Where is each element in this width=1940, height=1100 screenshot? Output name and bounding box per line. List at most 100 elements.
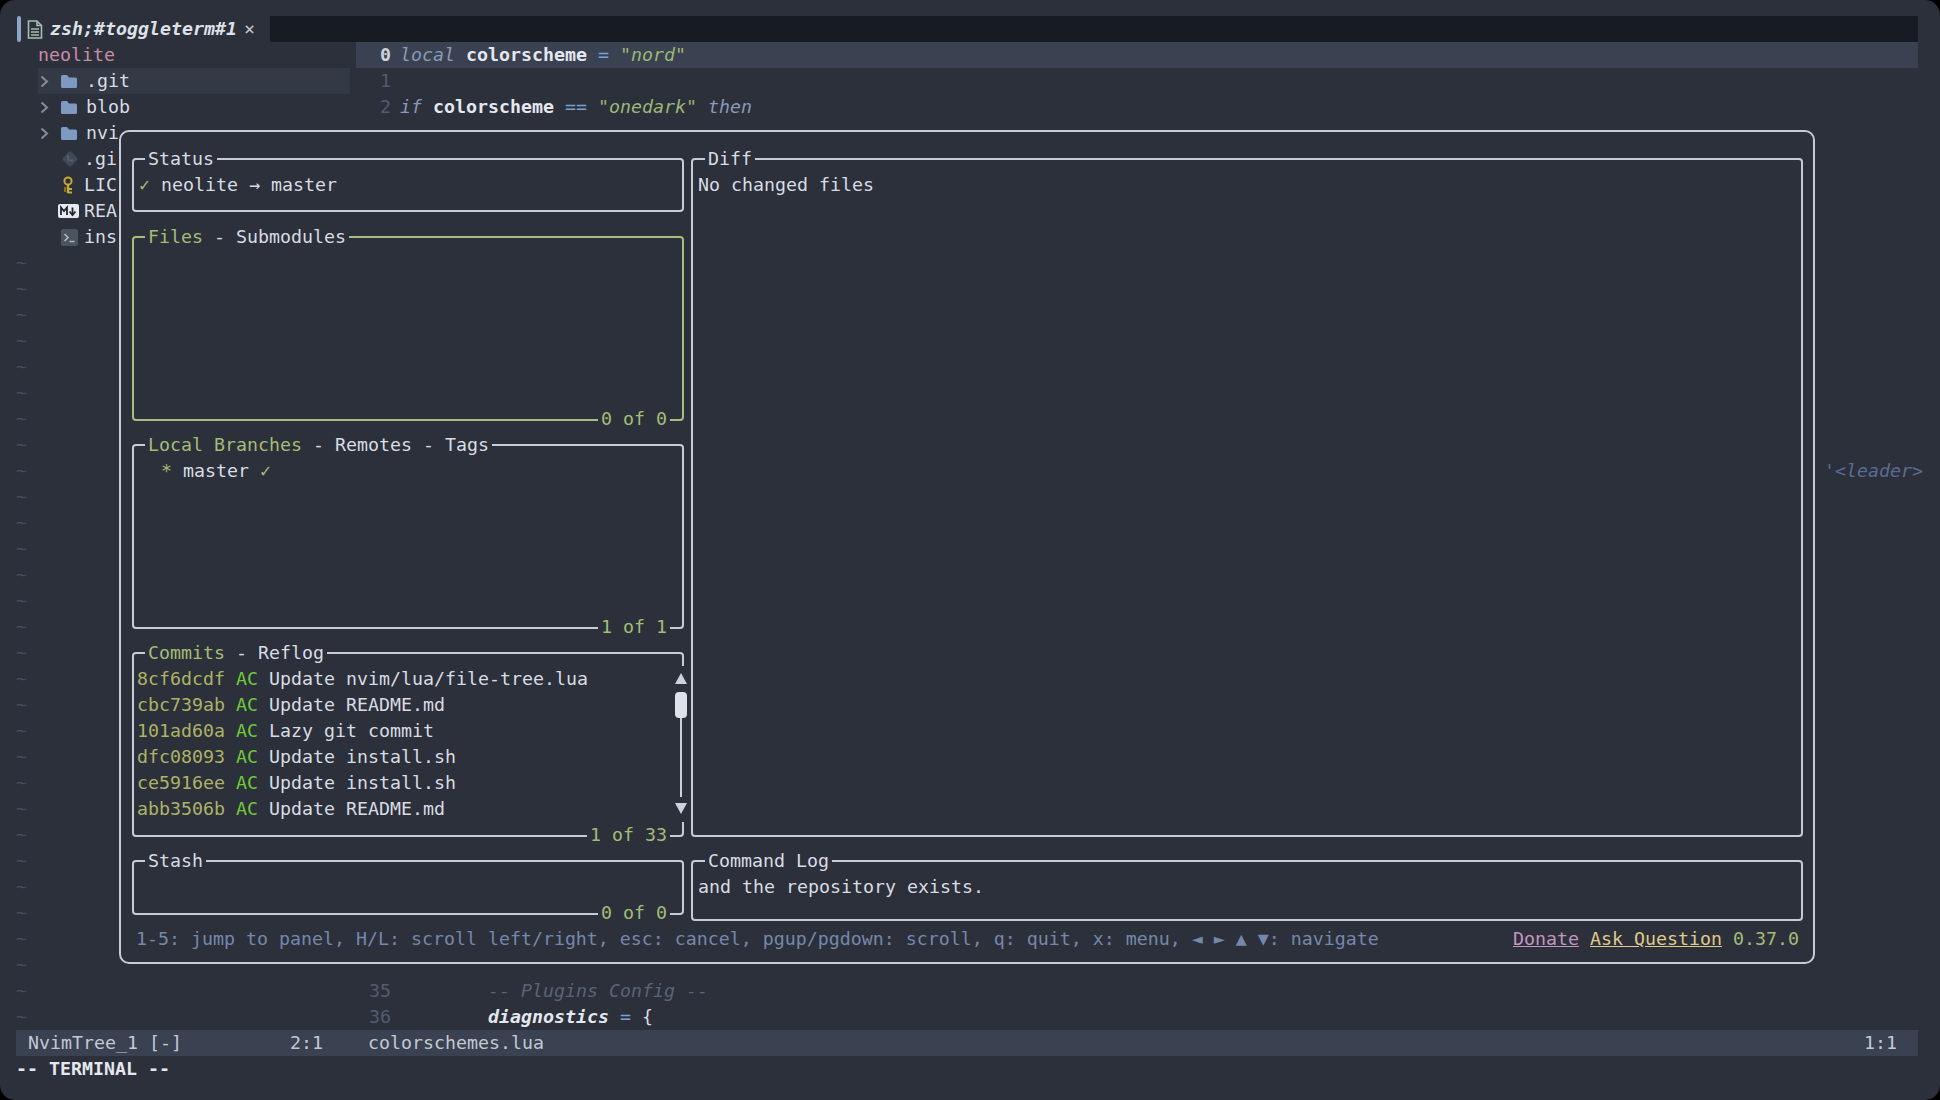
panel-tab-selected[interactable]: Local Branches [148, 434, 302, 455]
stash-count: 0 of 0 [598, 900, 670, 926]
commit-message: Update nvim/lua/file-tree.lua [269, 668, 588, 689]
code-token: local [400, 44, 466, 65]
tilde-filler: ~ [16, 406, 28, 432]
commit-author-flag: AC [236, 772, 269, 793]
tilde-filler: ~ [16, 640, 28, 666]
tilde-filler: ~ [16, 718, 28, 744]
tab-close-icon[interactable]: × [244, 16, 255, 42]
tree-item-blob-dir[interactable]: blob [0, 94, 350, 120]
scrollbar-thumb[interactable] [675, 692, 687, 718]
panel-branches-title: Local Branches - Remotes - Tags [145, 432, 492, 458]
chevron-right-icon [40, 75, 49, 88]
panel-files-title: Files - Submodules [145, 224, 349, 250]
diff-content: No changed files [698, 172, 874, 198]
tree-root-name[interactable]: neolite [38, 42, 115, 68]
panel-tab-others[interactable]: - Reflog [225, 642, 324, 663]
panel-tab-others[interactable]: - Remotes - Tags [302, 434, 489, 455]
terminal-window: zsh;#toggleterm#1 × neolite .git blob nv… [0, 0, 1940, 1100]
tilde-filler: ~ [16, 900, 28, 926]
commit-row[interactable]: 101ad60a AC Lazy git commit [137, 718, 434, 744]
panel-status-title: Status [145, 146, 217, 172]
code-token: = [620, 1006, 642, 1027]
tilde-filler: ~ [16, 484, 28, 510]
panel-commits-title: Commits - Reflog [145, 640, 327, 666]
ask-question-link[interactable]: Ask Question [1590, 926, 1722, 952]
commit-sha: 101ad60a [137, 720, 236, 741]
tilde-filler: ~ [16, 276, 28, 302]
tab-active-indicator [17, 16, 21, 42]
tilde-filler: ~ [16, 614, 28, 640]
code-line-0[interactable]: local colorscheme = "nord" [400, 42, 686, 68]
commit-row[interactable]: ce5916ee AC Update install.sh [137, 770, 456, 796]
line-number: 1 [356, 68, 391, 94]
git-icon [61, 150, 79, 168]
tree-item-label: blob [86, 94, 130, 120]
tilde-filler: ~ [16, 770, 28, 796]
panel-diff[interactable] [691, 158, 1803, 837]
statusline-ruler: 1:1 [1864, 1030, 1897, 1056]
code-token: == [565, 96, 598, 117]
tilde-filler: ~ [16, 978, 28, 1004]
code-token: "nord" [620, 44, 686, 65]
donate-link[interactable]: Donate [1513, 926, 1579, 952]
commit-row[interactable]: cbc739ab AC Update README.md [137, 692, 445, 718]
commit-row[interactable]: 8cf6dcdf AC Update nvim/lua/file-tree.lu… [137, 666, 588, 692]
code-token: -- Plugins Config -- [488, 980, 708, 1001]
branch-row-master[interactable]: * master ✓ [161, 458, 271, 484]
panel-files[interactable] [132, 236, 684, 421]
terminal-icon [61, 229, 78, 246]
tilde-filler: ~ [16, 744, 28, 770]
tab-title[interactable]: zsh;#toggleterm#1 [50, 16, 237, 42]
commit-sha: abb3506b [137, 798, 236, 819]
tilde-filler: ~ [16, 692, 28, 718]
code-token: if [400, 96, 433, 117]
tilde-filler: ~ [16, 952, 28, 978]
scroll-down-icon[interactable] [674, 802, 688, 815]
panel-tab-others[interactable]: - Submodules [203, 226, 346, 247]
panel-tab-selected[interactable]: Files [148, 226, 203, 247]
commit-message: Lazy git commit [269, 720, 434, 741]
code-line-36[interactable]: diagnostics = { [488, 1004, 653, 1030]
tree-item-git-dir[interactable]: .git [0, 68, 350, 94]
code-token: colorscheme [433, 96, 565, 117]
chevron-right-icon [40, 101, 49, 114]
folder-icon [60, 74, 78, 89]
commit-message: Update install.sh [269, 746, 456, 767]
commit-row[interactable]: dfc08093 AC Update install.sh [137, 744, 456, 770]
keybindings-help: 1-5: jump to panel, H/L: scroll left/rig… [136, 926, 1379, 952]
scrollbar-track [680, 718, 682, 797]
tree-item-label: ins [84, 224, 117, 250]
lazygit-version: 0.37.0 [1733, 926, 1799, 952]
commit-author-flag: AC [236, 798, 269, 819]
panel-title-text: Status [148, 148, 214, 169]
commit-author-flag: AC [236, 720, 269, 741]
code-fragment-leader: '<leader> [1824, 458, 1923, 484]
tilde-filler: ~ [16, 536, 28, 562]
tree-item-label: LIC [84, 172, 117, 198]
folder-icon [60, 100, 78, 115]
code-line-35[interactable]: -- Plugins Config -- [488, 978, 708, 1004]
commit-sha: 8cf6dcdf [137, 668, 236, 689]
tilde-filler: ~ [16, 380, 28, 406]
tilde-filler: ~ [16, 666, 28, 692]
tree-item-label: nvi [86, 120, 119, 146]
panel-diff-title: Diff [705, 146, 755, 172]
commits-count: 1 of 33 [587, 822, 670, 848]
check-icon: ✓ [260, 460, 271, 481]
commit-row[interactable]: abb3506b AC Update README.md [137, 796, 445, 822]
tilde-filler: ~ [16, 822, 28, 848]
tilde-filler: ~ [16, 796, 28, 822]
panel-command-log-title: Command Log [705, 848, 832, 874]
panel-tab-selected[interactable]: Commits [148, 642, 225, 663]
panel-title-text: Stash [148, 850, 203, 871]
statusline-buffer-name: NvimTree_1 [-] [28, 1030, 182, 1056]
code-line-2[interactable]: if colorscheme == "onedark" then [400, 94, 752, 120]
tilde-filler: ~ [16, 588, 28, 614]
scroll-up-icon[interactable] [674, 672, 688, 685]
code-token: diagnostics [488, 1006, 620, 1027]
status-content[interactable]: ✓ neolite → master [139, 172, 337, 198]
mode-indicator: -- TERMINAL -- [16, 1056, 170, 1082]
command-log-content: and the repository exists. [698, 874, 984, 900]
statusline: NvimTree_1 [-] 2:1 colorschemes.lua 1:1 [16, 1030, 1918, 1056]
branches-count: 1 of 1 [598, 614, 670, 640]
